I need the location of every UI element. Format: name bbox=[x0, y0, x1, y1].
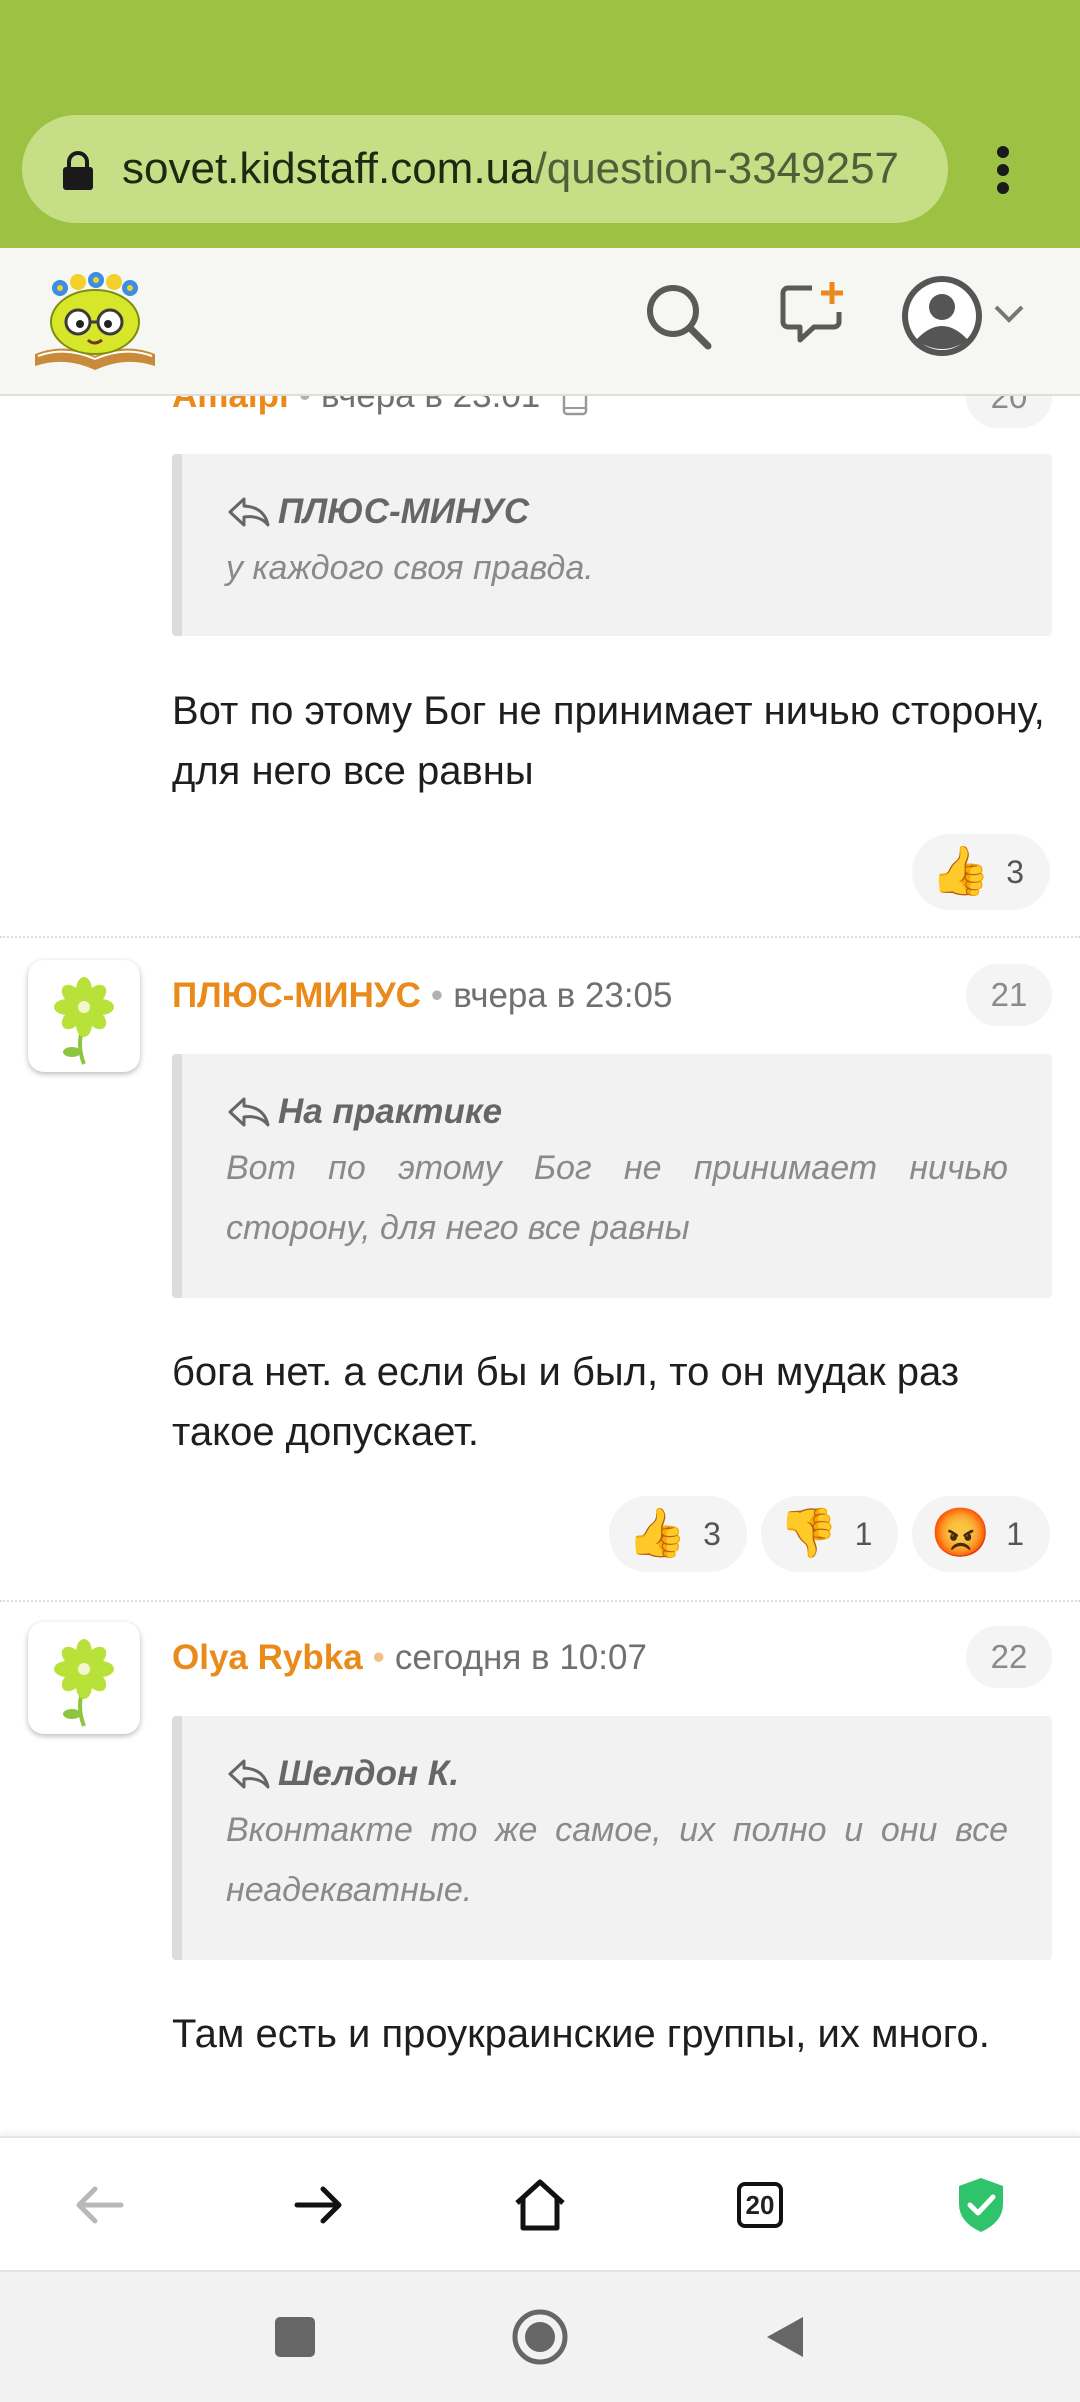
thumbs-down-icon: 👎 bbox=[778, 1507, 839, 1560]
recents-button[interactable] bbox=[240, 2272, 350, 2402]
reply-arrow-icon bbox=[228, 1759, 270, 1789]
quote-author: На практике bbox=[226, 1092, 1008, 1132]
home-icon bbox=[515, 2179, 565, 2231]
chevron-down-icon[interactable] bbox=[992, 302, 1026, 326]
quote-text: Вот по этому Бог не принимает ничью стор… bbox=[226, 1149, 1008, 1247]
mobile-device-icon bbox=[562, 396, 588, 415]
arrow-left-icon bbox=[76, 2186, 124, 2224]
system-home-button[interactable] bbox=[485, 2272, 595, 2402]
address-bar[interactable]: sovet.kidstaff.com.ua/question-3349257 bbox=[22, 115, 948, 223]
tab-count: 20 bbox=[737, 2182, 783, 2228]
reaction-angry[interactable]: 😡 1 bbox=[912, 1496, 1050, 1572]
comment-text: бога нет. а если бы и был, то он мудак р… bbox=[172, 1350, 960, 1454]
comment-time: вчера в 23:01 bbox=[321, 396, 540, 415]
quote-author-name: Шелдон К. bbox=[278, 1754, 460, 1793]
quote-author: Шелдон К. bbox=[226, 1754, 1008, 1794]
quote-block: ПЛЮС-МИНУС у каждого своя правда. bbox=[172, 454, 1052, 636]
browser-chrome: sovet.kidstaff.com.ua/question-3349257 bbox=[0, 0, 1080, 248]
reactions: 👍 3 👎 1 😡 1 bbox=[609, 1496, 1050, 1572]
url-path: /question-3349257 bbox=[534, 144, 900, 193]
thumbs-up-icon: 👍 bbox=[627, 1507, 688, 1560]
quote-block: На практике Вот по этому Бог не принимае… bbox=[172, 1054, 1052, 1298]
comment-author[interactable]: Olya Rybka bbox=[172, 1638, 363, 1677]
avatar[interactable] bbox=[28, 960, 140, 1072]
system-back-button[interactable] bbox=[730, 2272, 840, 2402]
comment-time: сегодня в 10:07 bbox=[394, 1638, 647, 1677]
comment-author[interactable]: ПЛЮС-МИНУС bbox=[172, 976, 421, 1015]
reaction-count: 3 bbox=[1006, 853, 1024, 890]
flower-icon bbox=[54, 1639, 114, 1727]
comment-meta: Amaipi•вчера в 23:01 bbox=[172, 396, 588, 426]
reply-arrow-icon bbox=[228, 1097, 270, 1127]
site-header bbox=[0, 248, 1080, 396]
quote-block: Шелдон К. Вконтакте то же самое, их полн… bbox=[172, 1716, 1052, 1960]
comment-number[interactable]: 22 bbox=[966, 1626, 1052, 1688]
comment-text: Вот по этому Бог не принимает ничью стор… bbox=[172, 689, 1045, 793]
comment-item: Amaipi•вчера в 23:01 20 ПЛЮС-МИНУС у каж… bbox=[0, 396, 1080, 936]
url-text[interactable]: sovet.kidstaff.com.ua/question-3349257 bbox=[122, 115, 899, 223]
comment-number[interactable]: 20 bbox=[966, 396, 1052, 428]
flower-icon bbox=[54, 977, 114, 1065]
shield-button[interactable] bbox=[926, 2138, 1036, 2272]
reactions: 👍 3 bbox=[912, 834, 1050, 910]
comment-divider bbox=[0, 1600, 1080, 1602]
reaction-count: 1 bbox=[1006, 1515, 1024, 1552]
lock-icon bbox=[63, 151, 93, 190]
comment-divider bbox=[0, 936, 1080, 938]
search-icon[interactable] bbox=[642, 280, 716, 354]
square-icon bbox=[275, 2317, 315, 2357]
quote-text: Вконтакте то же самое, их полно и они вс… bbox=[226, 1811, 1008, 1909]
thumbs-up-icon: 👍 bbox=[930, 845, 991, 898]
system-navigation-bar bbox=[0, 2270, 1080, 2402]
circle-icon bbox=[512, 2309, 568, 2365]
shield-check-icon bbox=[959, 2178, 1003, 2232]
reaction-thumbs-up[interactable]: 👍 3 bbox=[609, 1496, 747, 1572]
comment-author[interactable]: Amaipi bbox=[172, 396, 289, 415]
comment-meta: Olya Rybka • сегодня в 10:07 bbox=[172, 1638, 647, 1677]
comments-feed: Amaipi•вчера в 23:01 20 ПЛЮС-МИНУС у каж… bbox=[0, 396, 1080, 2136]
tabs-button[interactable]: 20 bbox=[705, 2138, 815, 2272]
quote-author-name: ПЛЮС-МИНУС bbox=[278, 492, 530, 531]
comment-number[interactable]: 21 bbox=[966, 964, 1052, 1026]
site-logo[interactable] bbox=[30, 266, 160, 376]
angry-face-icon: 😡 bbox=[930, 1507, 991, 1560]
quote-author: ПЛЮС-МИНУС bbox=[226, 492, 1008, 532]
quote-author-name: На практике bbox=[278, 1092, 503, 1131]
browser-menu-icon[interactable] bbox=[983, 140, 1023, 200]
forward-button[interactable] bbox=[264, 2138, 374, 2272]
reaction-thumbs-up[interactable]: 👍 3 bbox=[912, 834, 1050, 910]
url-host: sovet.kidstaff.com.ua bbox=[122, 144, 535, 193]
reaction-count: 3 bbox=[703, 1515, 721, 1552]
user-avatar-icon[interactable] bbox=[900, 274, 984, 358]
comment-item: Olya Rybka • сегодня в 10:07 22 Шелдон К. … bbox=[0, 1622, 1080, 2136]
comment-text: Там есть и проукраинские группы, их мног… bbox=[172, 2012, 990, 2056]
reaction-count: 1 bbox=[854, 1515, 873, 1552]
comment-meta: ПЛЮС-МИНУС • вчера в 23:05 bbox=[172, 976, 673, 1015]
quote-text: у каждого своя правда. bbox=[226, 549, 594, 587]
comment-item: ПЛЮС-МИНУС • вчера в 23:05 21 На практике … bbox=[0, 960, 1080, 1600]
triangle-back-icon bbox=[767, 2317, 803, 2357]
arrow-right-icon bbox=[294, 2186, 342, 2224]
reply-arrow-icon bbox=[228, 497, 270, 527]
back-button[interactable] bbox=[44, 2138, 154, 2272]
avatar[interactable] bbox=[28, 1622, 140, 1734]
browser-toolbar: 20 bbox=[0, 2136, 1080, 2272]
comment-time: вчера в 23:05 bbox=[453, 976, 673, 1015]
new-question-icon[interactable] bbox=[778, 278, 848, 350]
home-button[interactable] bbox=[485, 2138, 595, 2272]
reaction-thumbs-down[interactable]: 👎 1 bbox=[760, 1496, 899, 1572]
